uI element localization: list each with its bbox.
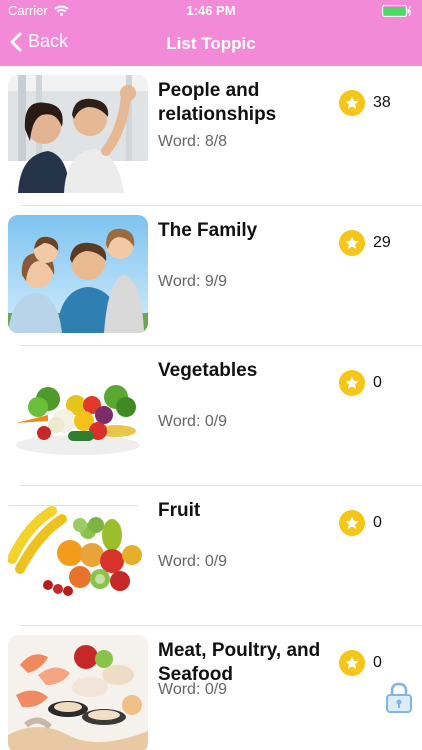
- topic-title: Meat, Poultry, and Seafood: [158, 640, 321, 685]
- star-score: 38: [339, 90, 391, 116]
- status-bar: Carrier 1:46 PM: [0, 0, 422, 22]
- topic-row[interactable]: The Family Word: 9/9 29: [0, 206, 422, 346]
- word-count: Word: 0/9: [158, 553, 228, 570]
- star-score: 0: [339, 650, 382, 676]
- star-icon: [339, 370, 365, 396]
- status-time: 1:46 PM: [186, 3, 236, 18]
- word-count: Word: 0/9: [158, 681, 228, 698]
- title-bar: Back List Toppic: [0, 22, 422, 66]
- star-count: 0: [373, 374, 382, 391]
- star-count: 29: [373, 234, 391, 251]
- topic-row[interactable]: Fruit Word: 0/9 0: [0, 486, 422, 626]
- star-icon: [339, 90, 365, 116]
- word-count: Word: 8/8: [158, 133, 228, 150]
- star-score: 0: [339, 510, 382, 536]
- topic-title: The Family: [158, 220, 258, 241]
- star-icon: [339, 650, 365, 676]
- meat-seafood-image: [8, 635, 148, 750]
- people-relationships-image: [8, 75, 148, 193]
- fruit-image: [8, 495, 148, 613]
- topic-title: People and relationships: [158, 80, 277, 125]
- star-icon: [339, 510, 365, 536]
- topic-row[interactable]: Vegetables Word: 0/9 0: [0, 346, 422, 486]
- star-icon: [339, 230, 365, 256]
- topic-title: Vegetables: [158, 360, 258, 381]
- family-image: [8, 215, 148, 333]
- word-count: Word: 0/9: [158, 413, 228, 430]
- page-title: List Toppic: [166, 34, 256, 53]
- topic-list: People and relationships Word: 8/8 38 Th…: [0, 66, 422, 750]
- topic-title: Fruit: [158, 500, 201, 521]
- star-count: 0: [373, 514, 382, 531]
- topic-row[interactable]: People and relationships Word: 8/8 38: [0, 66, 422, 206]
- topic-row[interactable]: Meat, Poultry, and Seafood Word: 0/9 0: [0, 626, 422, 750]
- star-count: 0: [373, 654, 382, 671]
- vegetables-image: [8, 355, 148, 473]
- star-score: 0: [339, 370, 382, 396]
- lock-icon[interactable]: [385, 682, 413, 714]
- word-count: Word: 9/9: [158, 273, 228, 290]
- star-count: 38: [373, 94, 391, 111]
- navigation-bar: Carrier 1:46 PM Back List Toppic: [0, 0, 422, 66]
- star-score: 29: [339, 230, 391, 256]
- battery-icon: [382, 5, 412, 17]
